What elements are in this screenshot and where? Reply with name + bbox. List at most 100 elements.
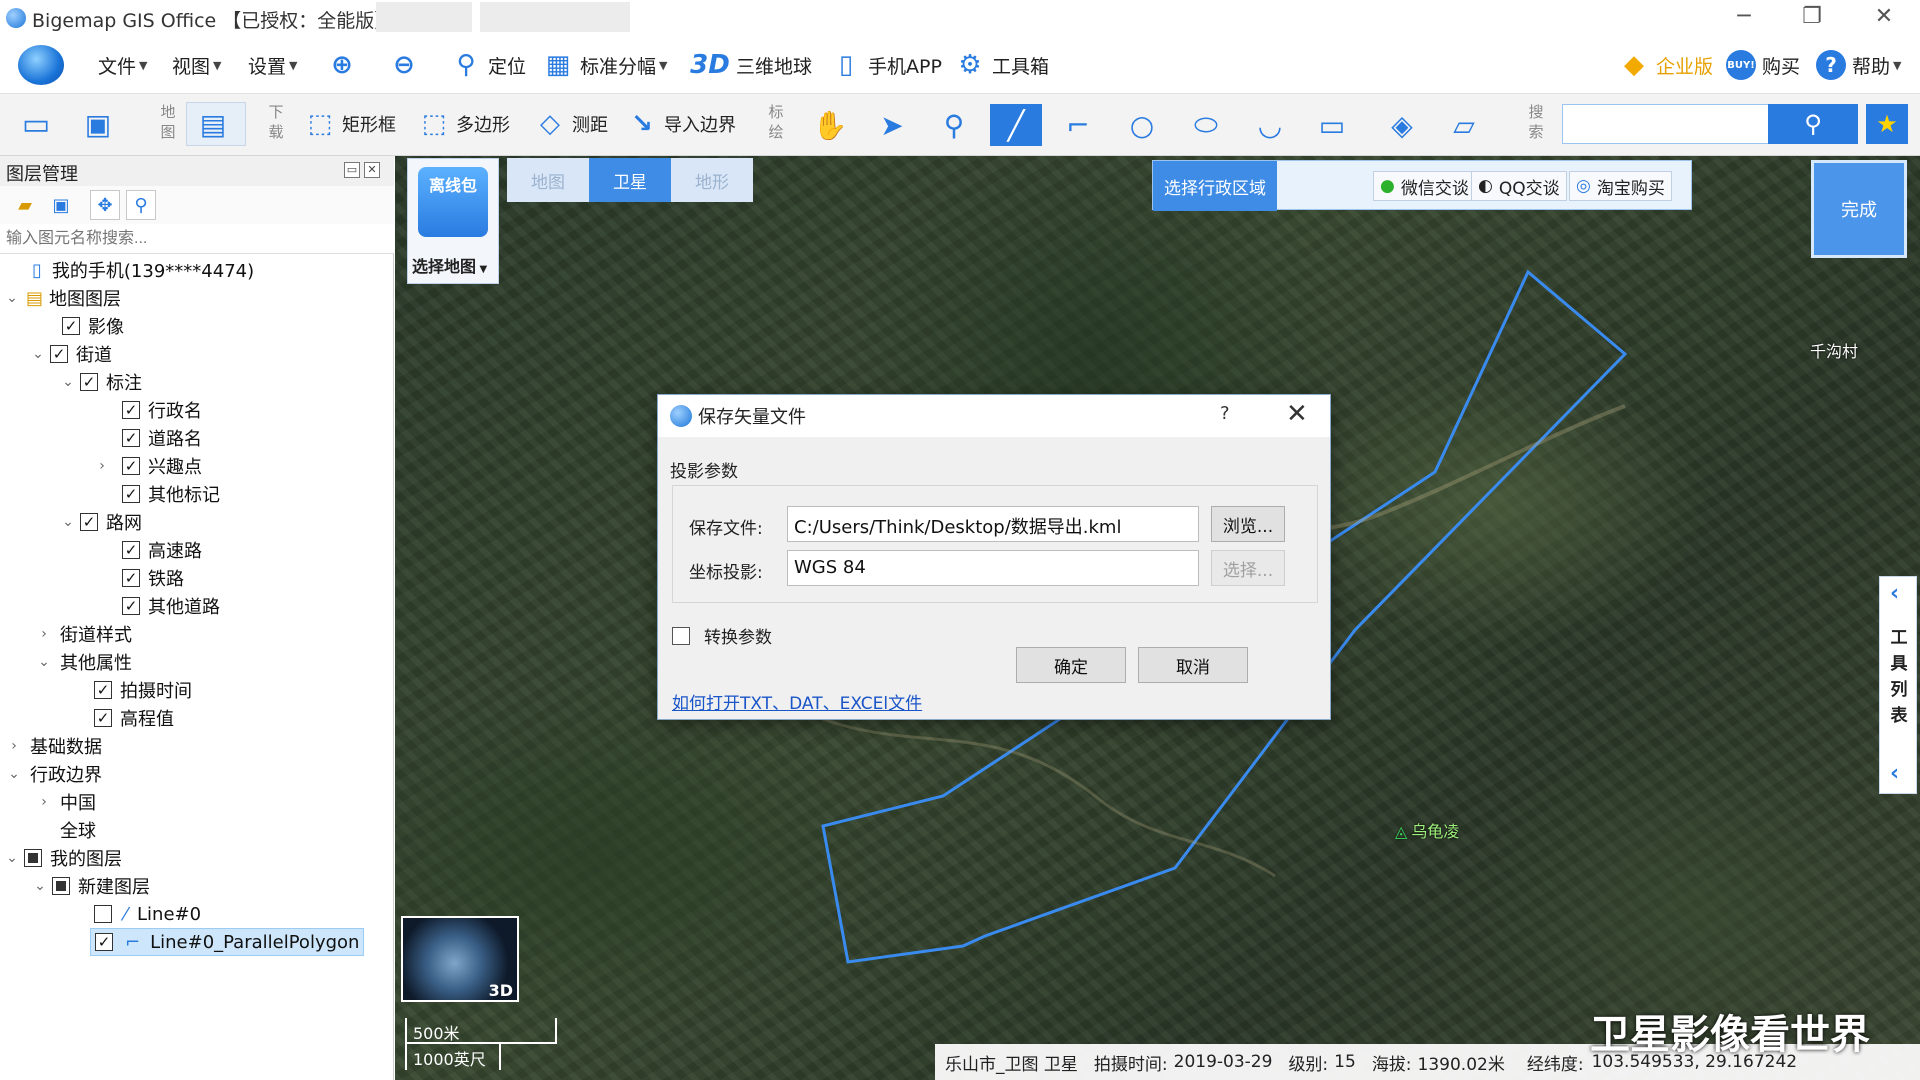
tree-item-railway[interactable]: ✓ 铁路 xyxy=(118,564,184,592)
tree-item-road-network[interactable]: ⌄ ✓ 路网 xyxy=(60,508,142,536)
tree-item-other-attributes[interactable]: ⌄ 其他属性 xyxy=(36,648,132,676)
tree-item-streets[interactable]: ⌄ ✓ 街道 xyxy=(30,340,112,368)
checkbox-checked[interactable]: ✓ xyxy=(122,569,140,587)
checkbox-checked[interactable]: ✓ xyxy=(62,317,80,335)
select-tool[interactable]: ➤ xyxy=(866,104,918,146)
toolbox-button[interactable]: ⚙ 工具箱 xyxy=(954,36,1049,94)
ok-button[interactable]: 确定 xyxy=(1016,647,1126,683)
convert-params-checkbox[interactable] xyxy=(672,626,690,645)
checkbox-checked[interactable]: ✓ xyxy=(94,681,112,699)
checkbox-checked[interactable]: ✓ xyxy=(95,933,113,951)
tree-item-other-marks[interactable]: ✓ 其他标记 xyxy=(118,480,220,508)
tree-item-elevation[interactable]: ✓ 高程值 xyxy=(90,704,174,732)
menu-view[interactable]: 视图 ▼ xyxy=(172,36,221,94)
how-to-open-link[interactable]: 如何打开TXT、DAT、EXCEl文件 xyxy=(672,689,922,714)
search-input[interactable] xyxy=(1562,104,1772,144)
tree-item-china[interactable]: › 中国 xyxy=(36,788,96,816)
help-button[interactable]: ? 帮助 ▼ xyxy=(1816,36,1901,94)
done-button[interactable]: 完成 xyxy=(1811,160,1907,258)
checkbox-checked[interactable]: ✓ xyxy=(50,345,68,363)
tree-item-my-layers[interactable]: ⌄ 我的图层 xyxy=(4,844,122,872)
earth3d-button[interactable]: 3D 三维地球 xyxy=(690,36,812,94)
taobao-buy-button[interactable]: ◎ 淘宝购买 xyxy=(1569,171,1672,201)
sector-tool[interactable]: ◡ xyxy=(1244,104,1296,146)
standard-grid-button[interactable]: ▦ 标准分幅 ▼ xyxy=(542,36,668,94)
qq-chat-button[interactable]: ◐ QQ交谈 xyxy=(1471,171,1567,201)
projection-input[interactable]: WGS 84 xyxy=(787,550,1199,586)
choose-projection-button[interactable]: 选择... xyxy=(1211,550,1285,586)
cancel-button[interactable]: 取消 xyxy=(1138,647,1248,683)
tree-item-poi[interactable]: › ✓ 兴趣点 xyxy=(94,452,202,480)
restore-button[interactable]: ❐ xyxy=(1784,0,1840,36)
line-tool[interactable]: ╱ xyxy=(990,104,1042,146)
tree-item-imagery[interactable]: ✓ 影像 xyxy=(58,312,124,340)
zoom-in-button[interactable]: ⊕ xyxy=(326,36,364,94)
convert-params-option[interactable]: 转换参数 xyxy=(672,623,772,648)
map-type-satellite[interactable]: 卫星 xyxy=(589,158,671,202)
checkbox-checked[interactable]: ✓ xyxy=(122,429,140,447)
ellipse-tool[interactable]: ⬭ xyxy=(1180,104,1232,146)
checkbox-unchecked[interactable] xyxy=(94,905,112,923)
open-folder-button[interactable]: ▰ xyxy=(10,190,40,220)
app-menu-button[interactable] xyxy=(18,36,64,94)
checkbox-checked[interactable]: ✓ xyxy=(122,597,140,615)
save-button[interactable]: ▣ xyxy=(82,102,120,146)
select-features-button[interactable]: ✥ xyxy=(90,190,120,220)
circle-tool[interactable]: ○ xyxy=(1116,104,1168,146)
tree-item-phone[interactable]: ▯ 我的手机(139****4474) xyxy=(32,256,254,284)
checkbox-checked[interactable]: ✓ xyxy=(122,401,140,419)
checkbox-checked[interactable]: ✓ xyxy=(122,485,140,503)
checkbox-checked[interactable]: ✓ xyxy=(122,457,140,475)
close-panel-button[interactable]: ✕ xyxy=(364,162,380,178)
dialog-close-button[interactable]: ✕ xyxy=(1286,399,1308,429)
checkbox-checked[interactable]: ✓ xyxy=(122,541,140,559)
close-window-button[interactable]: ✕ xyxy=(1856,0,1912,36)
tree-item-new-layer[interactable]: ⌄ 新建图层 xyxy=(32,872,150,900)
rectangle-select-button[interactable]: ⬚ 矩形框 xyxy=(304,102,396,146)
tree-item-global[interactable]: 全球 xyxy=(60,816,96,844)
rectangle-tool[interactable]: ▭ xyxy=(1306,104,1358,146)
browse-button[interactable]: 浏览... xyxy=(1211,506,1285,542)
import-boundary-button[interactable]: ↘ 导入边界 xyxy=(626,102,736,146)
find-layer-button[interactable]: ⚲ xyxy=(126,190,156,220)
polygon-select-button[interactable]: ⬚ 多边形 xyxy=(418,102,510,146)
save-file-input[interactable]: C:/Users/Think/Desktop/数据导出.kml xyxy=(787,506,1199,542)
tree-item-admin-boundary[interactable]: ⌄ 行政边界 xyxy=(6,760,102,788)
dialog-help-button[interactable]: ? xyxy=(1220,403,1230,424)
place-marker[interactable]: ◬ 乌龟凌 xyxy=(1395,818,1459,842)
label-tool[interactable]: ▱ xyxy=(1438,104,1490,146)
map-type-map[interactable]: 地图 xyxy=(507,158,589,202)
marker-tool[interactable]: ⚲ xyxy=(928,104,980,146)
tree-item-street-style[interactable]: › 街道样式 xyxy=(36,620,132,648)
tree-item-line0-parallel-polygon[interactable]: ✓ ⌐ Line#0_ParallelPolygon xyxy=(90,928,365,956)
globe-3d-thumbnail[interactable]: 3D xyxy=(401,916,519,1002)
checkbox-partial[interactable] xyxy=(52,877,70,895)
save-layer-button[interactable]: ▣ xyxy=(46,190,76,220)
menu-settings[interactable]: 设置 ▼ xyxy=(248,36,297,94)
zoom-out-button[interactable]: ⊖ xyxy=(388,36,426,94)
checkbox-checked[interactable]: ✓ xyxy=(80,373,98,391)
tree-item-line0[interactable]: ⁄ Line#0 xyxy=(90,900,201,928)
checkbox-checked[interactable]: ✓ xyxy=(94,709,112,727)
pan-tool[interactable]: ✋ xyxy=(804,104,856,146)
tree-item-highway[interactable]: ✓ 高速路 xyxy=(118,536,202,564)
enterprise-button[interactable]: ◆ 企业版 xyxy=(1618,36,1713,94)
favorites-button[interactable]: ★ xyxy=(1866,104,1908,144)
tool-list-panel[interactable]: ‹ 工具列表 ‹ xyxy=(1879,576,1917,794)
buy-button[interactable]: BUY! 购买 xyxy=(1726,36,1800,94)
tree-item-road-names[interactable]: ✓ 道路名 xyxy=(118,424,202,452)
open-button[interactable]: ▭ xyxy=(20,102,58,146)
measure-area-tool[interactable]: ◈ xyxy=(1376,104,1428,146)
mobile-app-button[interactable]: ▯ 手机APP xyxy=(830,36,942,94)
select-map-widget[interactable]: 离线包 选择地图 ▼ xyxy=(407,158,499,284)
map-layers-button[interactable]: ▤ xyxy=(186,102,246,146)
checkbox-partial[interactable] xyxy=(24,849,42,867)
checkbox-checked[interactable]: ✓ xyxy=(80,513,98,531)
measure-button[interactable]: ◇ 测距 xyxy=(534,102,608,146)
wechat-chat-button[interactable]: ● 微信交谈 xyxy=(1373,171,1476,201)
map-type-terrain[interactable]: 地形 xyxy=(671,158,753,202)
float-panel-button[interactable]: ▭ xyxy=(344,162,360,178)
search-button[interactable]: ⚲ xyxy=(1768,104,1858,144)
select-region-button[interactable]: 选择行政区域 xyxy=(1153,161,1277,211)
tree-item-other-roads[interactable]: ✓ 其他道路 xyxy=(118,592,220,620)
